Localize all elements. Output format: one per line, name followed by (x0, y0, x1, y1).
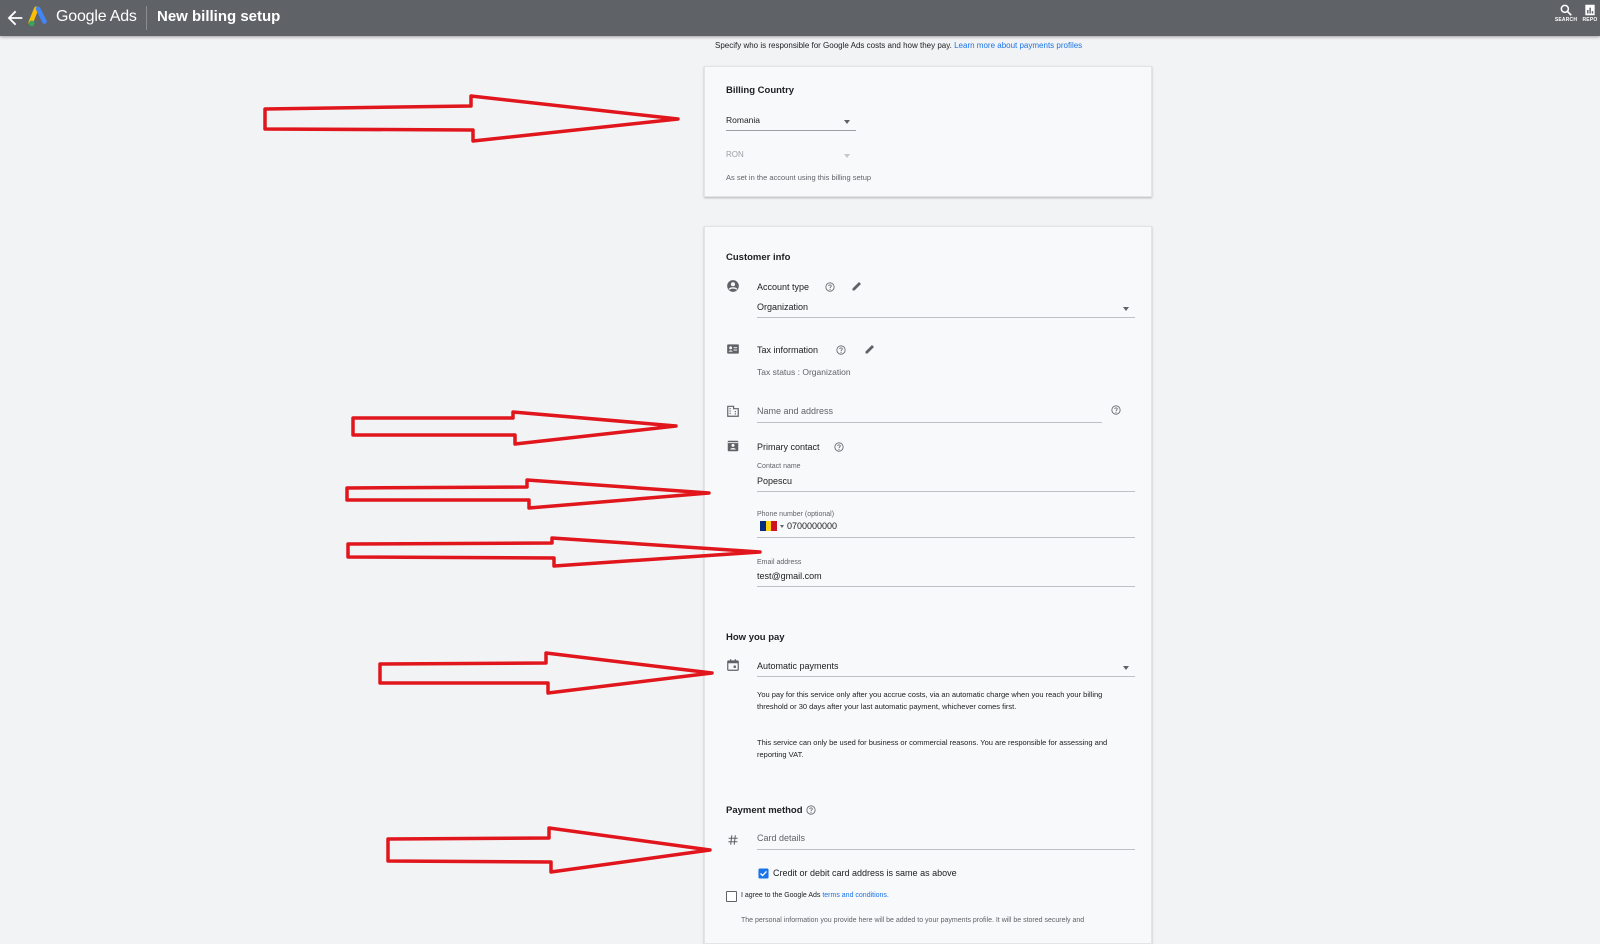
annotation-arrow-how-you-pay (378, 651, 714, 695)
calendar-event-icon (727, 659, 739, 671)
checkbox-unchecked-icon[interactable] (726, 891, 737, 902)
page-title: New billing setup (157, 8, 281, 25)
contact-name-field[interactable]: Contact name Popescu (757, 463, 1135, 495)
intro-text: Specify who is responsible for Google Ad… (715, 41, 1082, 50)
automatic-payments-description: You pay for this service only after you … (757, 690, 1103, 711)
google-ads-logo-icon (28, 6, 47, 27)
annotation-arrow-contact-name (345, 478, 711, 510)
chevron-down-icon (1123, 666, 1129, 670)
vat-note: This service can only be used for busine… (757, 738, 1108, 759)
terms-agree-prefix: I agree to the Google Ads (741, 892, 821, 899)
phone-number-value: 0700000000 (787, 521, 838, 531)
help-icon[interactable] (1111, 405, 1121, 415)
country-code-chevron-icon (780, 525, 784, 528)
help-icon[interactable] (834, 442, 844, 452)
account-circle-icon (727, 280, 739, 292)
back-arrow-icon[interactable] (4, 7, 26, 29)
title-divider (146, 6, 147, 30)
contact-name-label: Contact name (757, 463, 801, 470)
reports-tool-button[interactable]: REPO (1580, 3, 1600, 23)
name-and-address-placeholder: Name and address (757, 406, 834, 416)
reports-tool-label: REPO (1582, 17, 1598, 23)
edit-pencil-icon[interactable] (864, 343, 876, 355)
phone-number-label: Phone number (optional) (757, 511, 835, 518)
checkbox-checked-icon[interactable] (758, 868, 769, 879)
primary-contact-label: Primary contact (757, 442, 820, 452)
account-type-select[interactable]: Organization (757, 299, 1135, 319)
currency-select-value: RON (726, 150, 744, 159)
customer-info-card: Customer info Account type Organization … (704, 226, 1152, 944)
billing-country-heading: Billing Country (726, 85, 795, 96)
terms-and-conditions-link[interactable]: terms and conditions. (822, 892, 889, 899)
romania-flag-icon[interactable] (760, 521, 778, 531)
intro-description: Specify who is responsible for Google Ad… (715, 41, 952, 50)
payment-method-heading: Payment method (726, 805, 803, 816)
contact-name-value: Popescu (757, 476, 793, 486)
phone-number-field[interactable]: Phone number (optional) 0700000000 (757, 511, 1135, 543)
how-you-pay-heading: How you pay (726, 632, 785, 643)
name-and-address-field[interactable]: Name and address (757, 403, 1102, 425)
learn-more-link[interactable]: Learn more about payments profiles (954, 41, 1082, 50)
payment-setting-select[interactable]: Automatic payments (757, 657, 1135, 677)
name-and-address-underline (757, 422, 1102, 423)
search-tool-label: SEARCH (1554, 17, 1578, 23)
brand-name: Google Ads (56, 8, 137, 25)
top-app-bar: Google Ads New billing setup SEARCH REPO (0, 0, 1600, 36)
tax-status-text: Tax status : Organization (757, 367, 851, 377)
country-select[interactable]: Romania (726, 109, 856, 131)
payment-setting-value: Automatic payments (757, 661, 839, 671)
business-building-icon (727, 405, 739, 417)
account-type-underline (757, 317, 1135, 318)
email-address-value: test@gmail.com (757, 571, 822, 581)
help-icon[interactable] (836, 345, 846, 355)
search-tool-button[interactable]: SEARCH (1549, 3, 1583, 23)
annotation-arrow-billing-country (263, 94, 680, 143)
card-details-field[interactable]: Card details (757, 830, 1135, 852)
search-icon (1560, 4, 1572, 16)
same-address-label: Credit or debit card address is same as … (773, 868, 957, 878)
account-type-value: Organization (757, 302, 809, 312)
card-details-underline (757, 849, 1135, 850)
hash-number-icon (728, 835, 738, 845)
contact-card-icon (727, 440, 739, 452)
annotation-arrow-phone-number (346, 536, 762, 568)
account-type-label: Account type (757, 282, 810, 292)
card-details-placeholder: Card details (757, 833, 806, 843)
chevron-down-icon (844, 120, 850, 124)
edit-pencil-icon[interactable] (851, 280, 863, 292)
reports-icon (1585, 4, 1595, 16)
terms-agree-text: I agree to the Google Ads terms and cond… (741, 892, 889, 899)
annotation-arrow-card-details (386, 826, 712, 874)
chevron-down-icon (1123, 307, 1129, 311)
phone-number-underline (757, 537, 1135, 538)
tax-information-label: Tax information (757, 345, 819, 355)
customer-info-heading: Customer info (726, 252, 791, 263)
email-address-underline (757, 586, 1135, 587)
country-select-underline (726, 130, 856, 131)
tax-id-card-icon (727, 344, 739, 354)
help-icon[interactable] (806, 805, 816, 815)
privacy-notice-text: The personal information you provide her… (741, 917, 1085, 924)
chevron-down-icon (844, 154, 850, 158)
country-select-value: Romania (726, 115, 761, 125)
billing-country-card: Billing Country Romania RON As set in th… (704, 66, 1152, 197)
email-address-field[interactable]: Email address test@gmail.com (757, 559, 1135, 591)
payment-setting-underline (757, 676, 1135, 677)
annotation-arrow-name-address (351, 410, 678, 446)
currency-note: As set in the account using this billing… (726, 173, 872, 182)
currency-select: RON (726, 147, 856, 163)
help-icon[interactable] (825, 282, 835, 292)
contact-name-underline (757, 491, 1135, 492)
